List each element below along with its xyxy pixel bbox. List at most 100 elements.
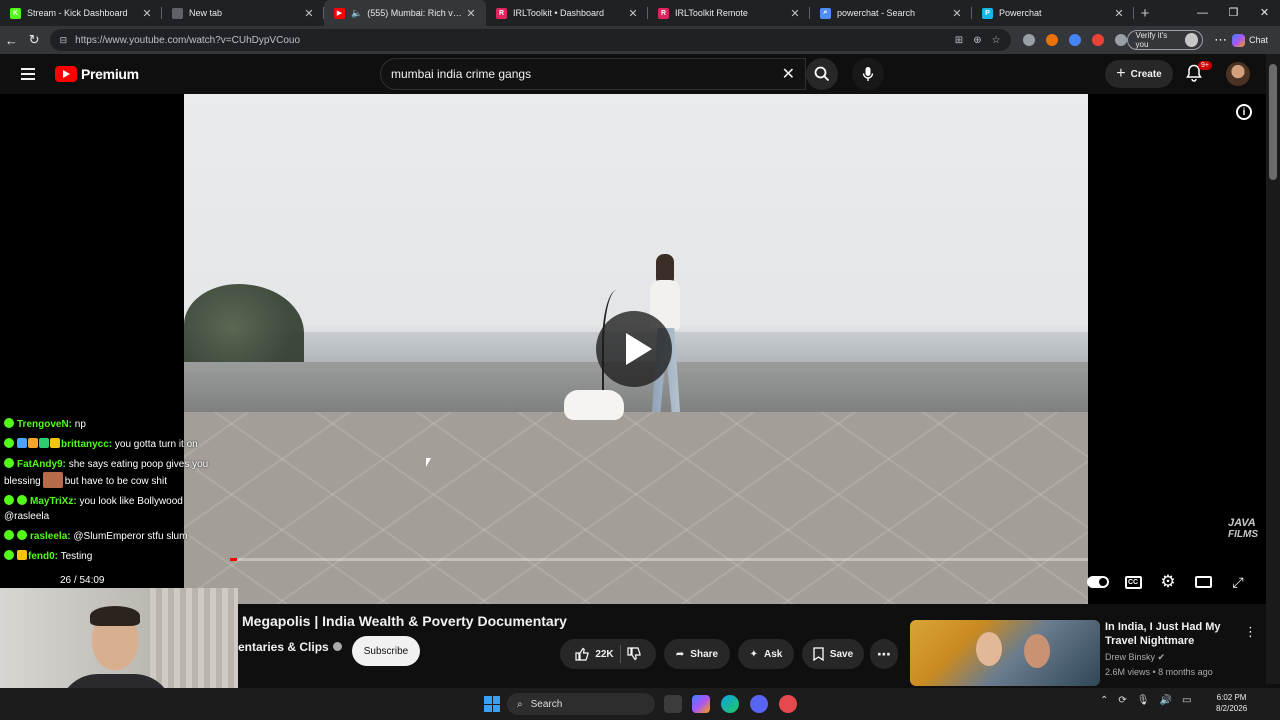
share-button[interactable]: ➦ Share: [664, 639, 730, 669]
search-button[interactable]: [806, 58, 838, 90]
scrollbar-thumb[interactable]: [1269, 64, 1277, 180]
ask-button[interactable]: ✦ Ask: [738, 639, 794, 669]
browser-tab[interactable]: ▶ 🔈 (555) Mumbai: Rich vs Poor in✕: [324, 0, 486, 26]
browser-menu-icon[interactable]: ⋯: [1209, 32, 1232, 48]
tray-mic-icon[interactable]: 🎙: [1137, 695, 1150, 706]
progress-fill: [230, 558, 237, 561]
tab-audio-icon[interactable]: 🔈: [351, 8, 362, 19]
taskbar-clock[interactable]: 6:02 PM 8/2/2026: [1216, 692, 1247, 714]
autoplay-toggle[interactable]: [1086, 573, 1110, 591]
browser-tab[interactable]: P Powerchat ✕: [972, 0, 1134, 26]
bookmark-star-icon[interactable]: ☆: [992, 35, 1001, 46]
browser-tab[interactable]: K Stream - Kick Dashboard ✕: [0, 0, 162, 26]
clear-search-icon[interactable]: ✕: [782, 64, 795, 84]
channel-watermark[interactable]: JAVA FILMS: [1228, 518, 1258, 541]
chat-message: FatAndy9: she says eating poop gives you…: [0, 456, 214, 490]
url-text: https://www.youtube.com/watch?v=CUhDypVC…: [75, 34, 301, 46]
account-avatar[interactable]: [1226, 62, 1250, 86]
restore-icon[interactable]: ❐: [1218, 0, 1249, 26]
close-window-icon[interactable]: ✕: [1249, 0, 1280, 26]
zoom-icon[interactable]: ⊕: [973, 35, 981, 46]
tray-battery-icon[interactable]: ▭: [1182, 695, 1191, 706]
settings-gear-icon[interactable]: ⚙: [1158, 572, 1178, 591]
channel-name[interactable]: entaries & Clips: [238, 640, 342, 654]
tab-title: (555) Mumbai: Rich vs Poor in: [367, 8, 464, 18]
shield-extension-icon[interactable]: [1022, 34, 1035, 46]
search-input[interactable]: mumbai india crime gangs ✕: [380, 58, 806, 90]
browser-tab[interactable]: R IRLToolkit • Dashboard ✕: [486, 0, 648, 26]
site-info-icon[interactable]: ⊟: [60, 35, 68, 46]
tray-volume-icon[interactable]: 🔊: [1159, 695, 1171, 706]
orange-extension-icon[interactable]: [1045, 34, 1058, 46]
youtube-premium-logo[interactable]: Premium: [55, 66, 139, 82]
like-count[interactable]: 22K: [595, 649, 613, 660]
theater-mode-button[interactable]: [1193, 573, 1213, 591]
subscribe-button[interactable]: Subscribe: [352, 636, 420, 666]
captions-button[interactable]: CC: [1123, 573, 1143, 591]
tab-close-icon[interactable]: ✕: [302, 7, 316, 20]
youtube-play-logo-icon: [55, 66, 77, 82]
voice-search-button[interactable]: [852, 58, 884, 90]
recommended-video-thumbnail[interactable]: [910, 620, 1100, 686]
chat-badge-icon: [4, 458, 14, 468]
windows-start-icon[interactable]: [484, 696, 500, 712]
notifications-button[interactable]: 9+: [1186, 61, 1212, 82]
recommended-video-menu-icon[interactable]: ⋮: [1244, 624, 1257, 640]
create-button[interactable]: + Create: [1105, 60, 1173, 88]
thumbs-down-icon[interactable]: [627, 647, 641, 661]
theater-icon: [1194, 576, 1212, 588]
download-extension-icon[interactable]: [1091, 34, 1104, 46]
info-icon[interactable]: i: [1236, 104, 1252, 120]
discord-icon[interactable]: [750, 695, 768, 713]
mouse-cursor-icon: [426, 458, 431, 467]
tab-close-icon[interactable]: ✕: [1112, 7, 1126, 20]
sparkle-icon: ✦: [749, 648, 759, 660]
install-app-icon[interactable]: ⊞: [955, 35, 963, 46]
address-bar[interactable]: ⊟ https://www.youtube.com/watch?v=CUhDyp…: [49, 29, 1011, 51]
task-view-icon[interactable]: [664, 695, 682, 713]
page-scrollbar[interactable]: [1266, 54, 1280, 684]
save-button[interactable]: Save: [802, 639, 864, 669]
tab-title: powerchat - Search: [837, 8, 916, 18]
more-actions-button[interactable]: ⋯: [870, 639, 898, 669]
reload-icon[interactable]: ↻: [23, 32, 46, 48]
browser-tab[interactable]: ⌕ powerchat - Search ✕: [810, 0, 972, 26]
tab-favicon-icon: R: [496, 7, 507, 19]
progress-bar[interactable]: [230, 558, 1088, 561]
tab-close-icon[interactable]: ✕: [788, 7, 802, 20]
tab-close-icon[interactable]: ✕: [464, 7, 478, 20]
edge-browser-icon[interactable]: [721, 695, 739, 713]
taskbar-search[interactable]: ⌕ Search: [507, 693, 655, 715]
back-arrow-icon[interactable]: ←: [0, 33, 23, 48]
hamburger-menu-icon[interactable]: [21, 68, 35, 80]
tab-close-icon[interactable]: ✕: [140, 7, 154, 20]
browser-tab[interactable]: R IRLToolkit Remote ✕: [648, 0, 810, 26]
obs-app-icon[interactable]: [779, 695, 797, 713]
browser-tab[interactable]: New tab ✕: [162, 0, 324, 26]
tab-close-icon[interactable]: ✕: [626, 7, 640, 20]
chat-username: brittanycc:: [61, 439, 113, 450]
chat-text: but have to be cow shit: [64, 476, 167, 487]
verify-label: Verify it's you: [1135, 31, 1168, 49]
blue-extension-icon[interactable]: [1068, 34, 1081, 46]
omnibox-actions: ⊞ ⊕ ☆: [955, 35, 1001, 46]
new-tab-button[interactable]: +: [1134, 5, 1156, 22]
plus-icon: +: [1116, 65, 1126, 82]
minimize-icon[interactable]: —: [1187, 0, 1218, 26]
tab-favicon-icon: [172, 7, 183, 19]
recommended-video-channel[interactable]: Drew Binsky ✔: [1105, 652, 1165, 663]
copilot-chat-button[interactable]: Chat: [1231, 33, 1268, 47]
thumbs-up-icon[interactable]: [575, 647, 589, 661]
tab-separator: [1133, 7, 1134, 19]
tray-sync-icon[interactable]: ⟳: [1118, 695, 1126, 706]
big-play-button[interactable]: [596, 311, 672, 387]
puzzle-extension-icon[interactable]: [1114, 34, 1127, 46]
fullscreen-icon[interactable]: ⤢: [1228, 573, 1248, 591]
tab-favicon-icon: ▶: [334, 7, 345, 19]
copilot-taskbar-icon[interactable]: [692, 695, 710, 713]
tray-chevron-icon[interactable]: ⌃: [1100, 695, 1108, 706]
tab-close-icon[interactable]: ✕: [950, 7, 964, 20]
recommended-video-title[interactable]: In India, I Just Had My Travel Nightmare: [1105, 620, 1240, 648]
save-label: Save: [829, 648, 854, 660]
verify-profile-button[interactable]: Verify it's you: [1126, 30, 1204, 50]
